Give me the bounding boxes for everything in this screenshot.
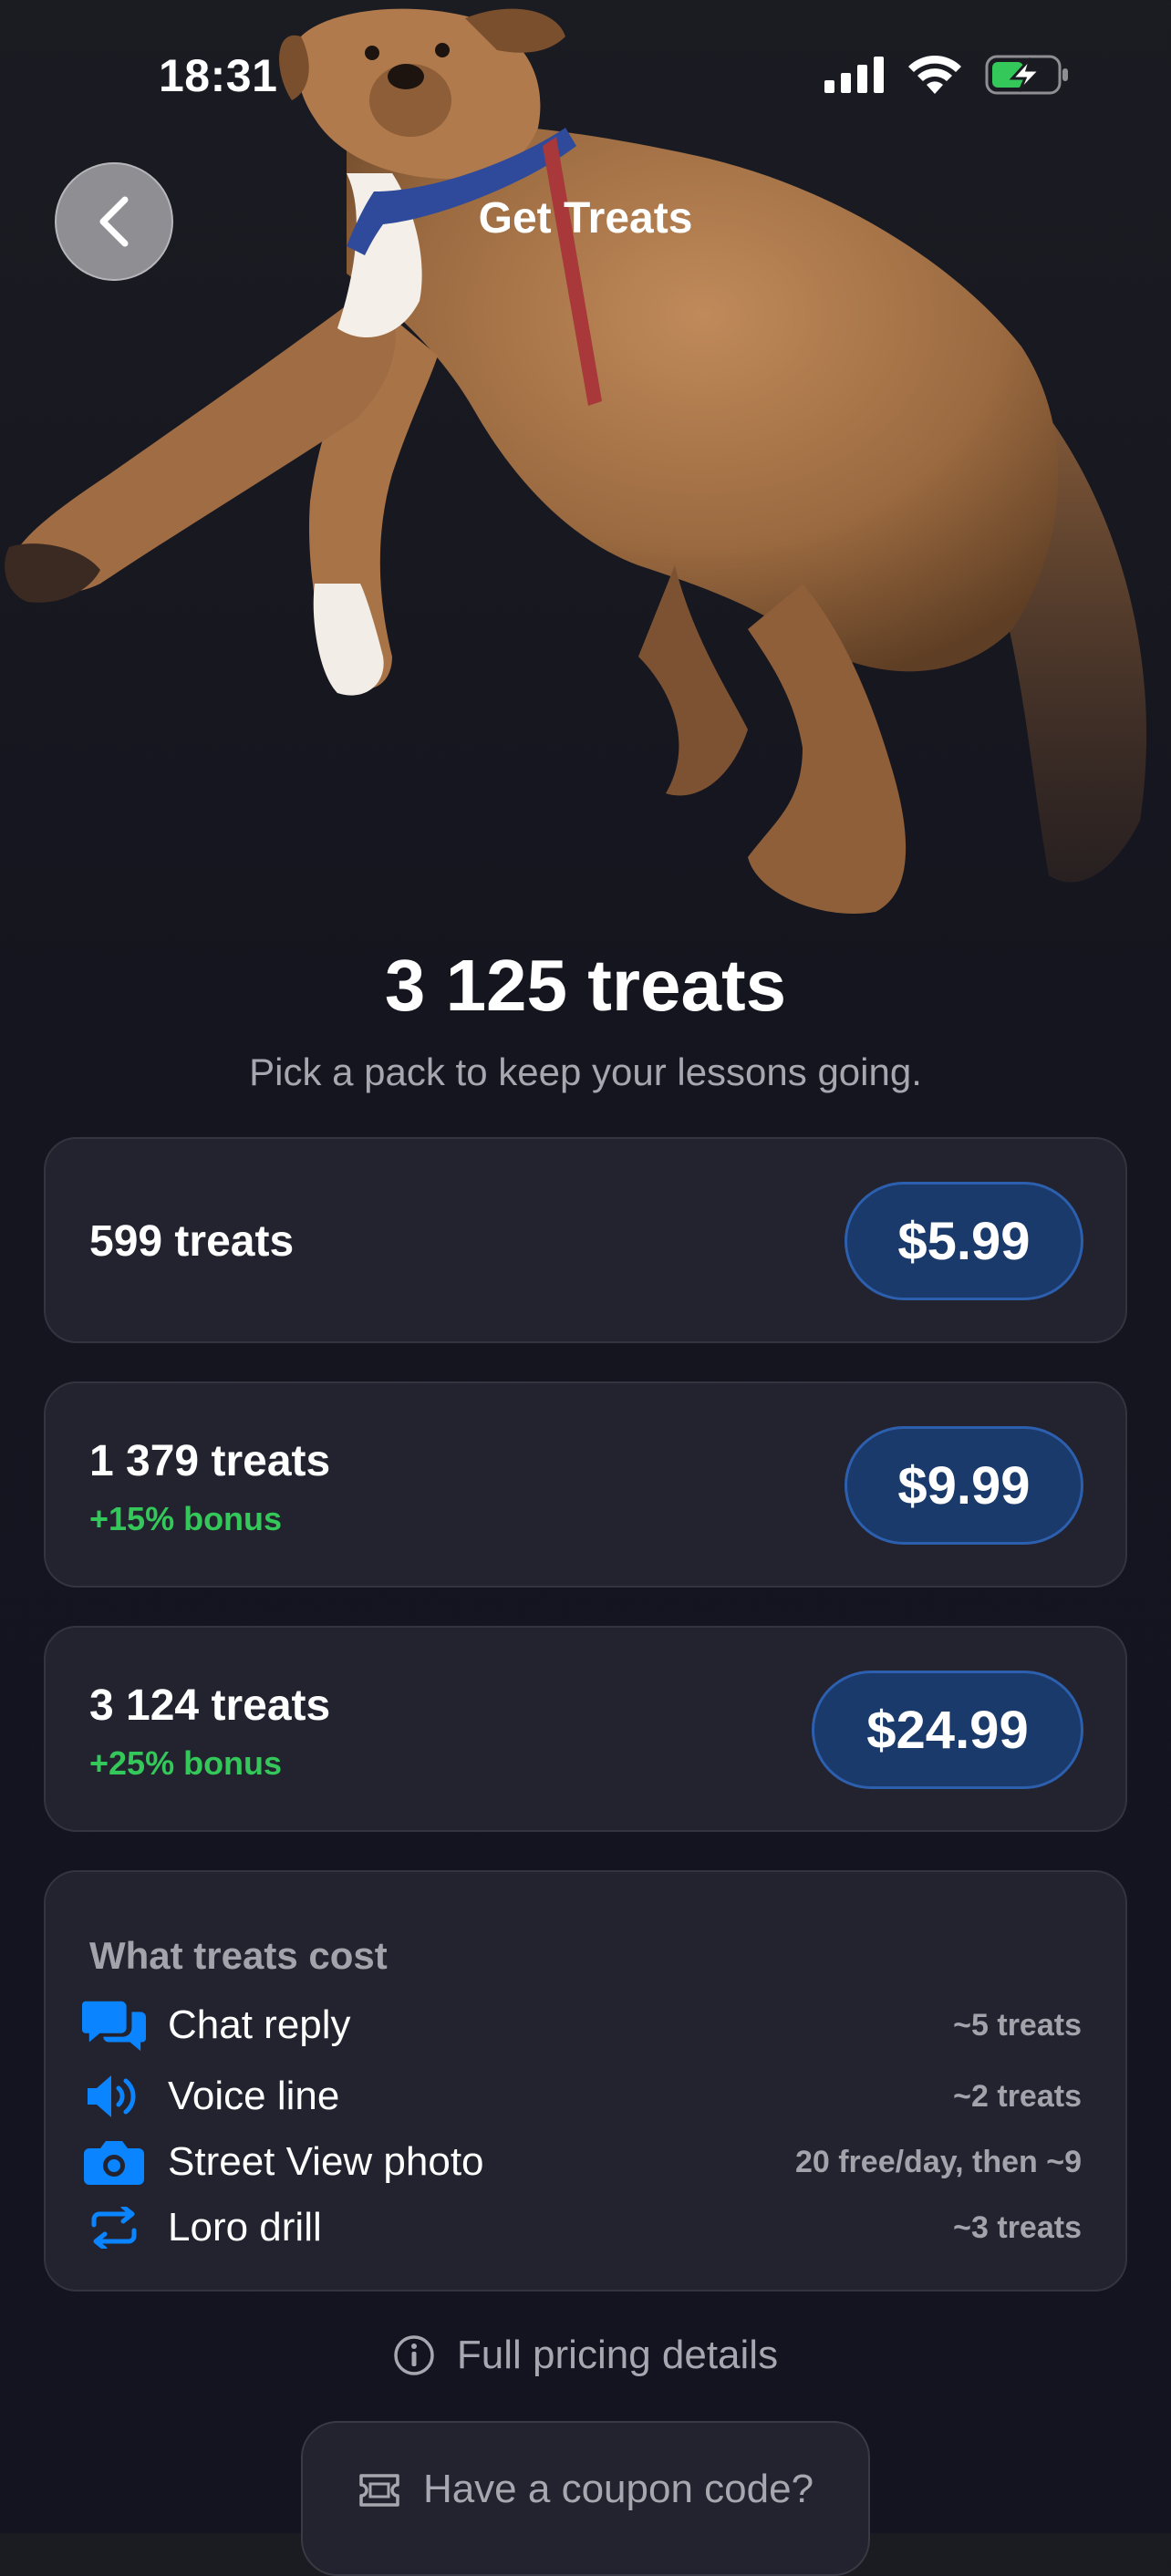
- pack-bonus: +15% bonus: [89, 1500, 283, 1537]
- cost-label: Street View photo: [168, 2139, 484, 2184]
- pack-card[interactable]: 599 treats $5.99: [44, 1137, 1127, 1343]
- pack-card[interactable]: 1 379 treats +15% bonus $9.99: [44, 1381, 1127, 1588]
- treat-balance: 3 125 treats: [384, 945, 787, 1026]
- full-pricing-link[interactable]: Full pricing details: [0, 2333, 1171, 2378]
- speaker-icon: [82, 2074, 146, 2119]
- chat-bubbles-icon: [82, 1999, 146, 2052]
- pack-card[interactable]: 3 124 treats +25% bonus $24.99: [44, 1626, 1127, 1832]
- cost-value: ~3 treats: [953, 2209, 1082, 2245]
- info-icon: [394, 2335, 434, 2375]
- page-title: Get Treats: [478, 194, 693, 243]
- battery-charging-icon: [985, 55, 1068, 95]
- pack-bonus: +25% bonus: [89, 1744, 283, 1782]
- wifi-icon: [908, 56, 961, 94]
- pack-name: 1 379 treats: [89, 1437, 331, 1485]
- balance-subtitle: Pick a pack to keep your lessons going.: [249, 1050, 922, 1093]
- cost-value: 20 free/day, then ~9: [794, 2144, 1082, 2179]
- pack-name: 599 treats: [89, 1217, 295, 1266]
- cost-label: Loro drill: [168, 2205, 322, 2250]
- cost-row: Street View photo 20 free/day, then ~9: [82, 2135, 1082, 2189]
- status-time: 18:31: [159, 50, 278, 101]
- cost-label: Chat reply: [168, 2002, 351, 2047]
- status-icons: [824, 55, 1069, 95]
- repeat-icon: [82, 2207, 146, 2249]
- buy-pack-button[interactable]: $9.99: [845, 1426, 1083, 1545]
- coupon-code-button[interactable]: Have a coupon code?: [301, 2421, 870, 2576]
- cost-value: ~2 treats: [953, 2078, 1082, 2114]
- pack-name: 3 124 treats: [89, 1681, 331, 1730]
- dog-hero-image: [5, 8, 1147, 914]
- full-pricing-label: Full pricing details: [456, 2333, 779, 2377]
- cellular-signal-icon: [824, 57, 884, 93]
- cost-row: Voice line ~2 treats: [82, 2069, 1082, 2124]
- costs-title: What treats cost: [89, 1934, 388, 1977]
- buy-pack-button[interactable]: $5.99: [845, 1182, 1083, 1300]
- camera-icon: [82, 2139, 146, 2185]
- cost-row: Chat reply ~5 treats: [82, 1998, 1082, 2053]
- cost-row: Loro drill ~3 treats: [82, 2200, 1082, 2255]
- ticket-icon: [359, 2474, 399, 2507]
- cost-value: ~5 treats: [953, 2007, 1082, 2043]
- treat-costs-card: What treats cost Chat reply ~5 treats Vo…: [44, 1870, 1127, 2292]
- coupon-label: Have a coupon code?: [422, 2467, 814, 2511]
- cost-label: Voice line: [168, 2074, 340, 2118]
- buy-pack-button[interactable]: $24.99: [812, 1671, 1083, 1789]
